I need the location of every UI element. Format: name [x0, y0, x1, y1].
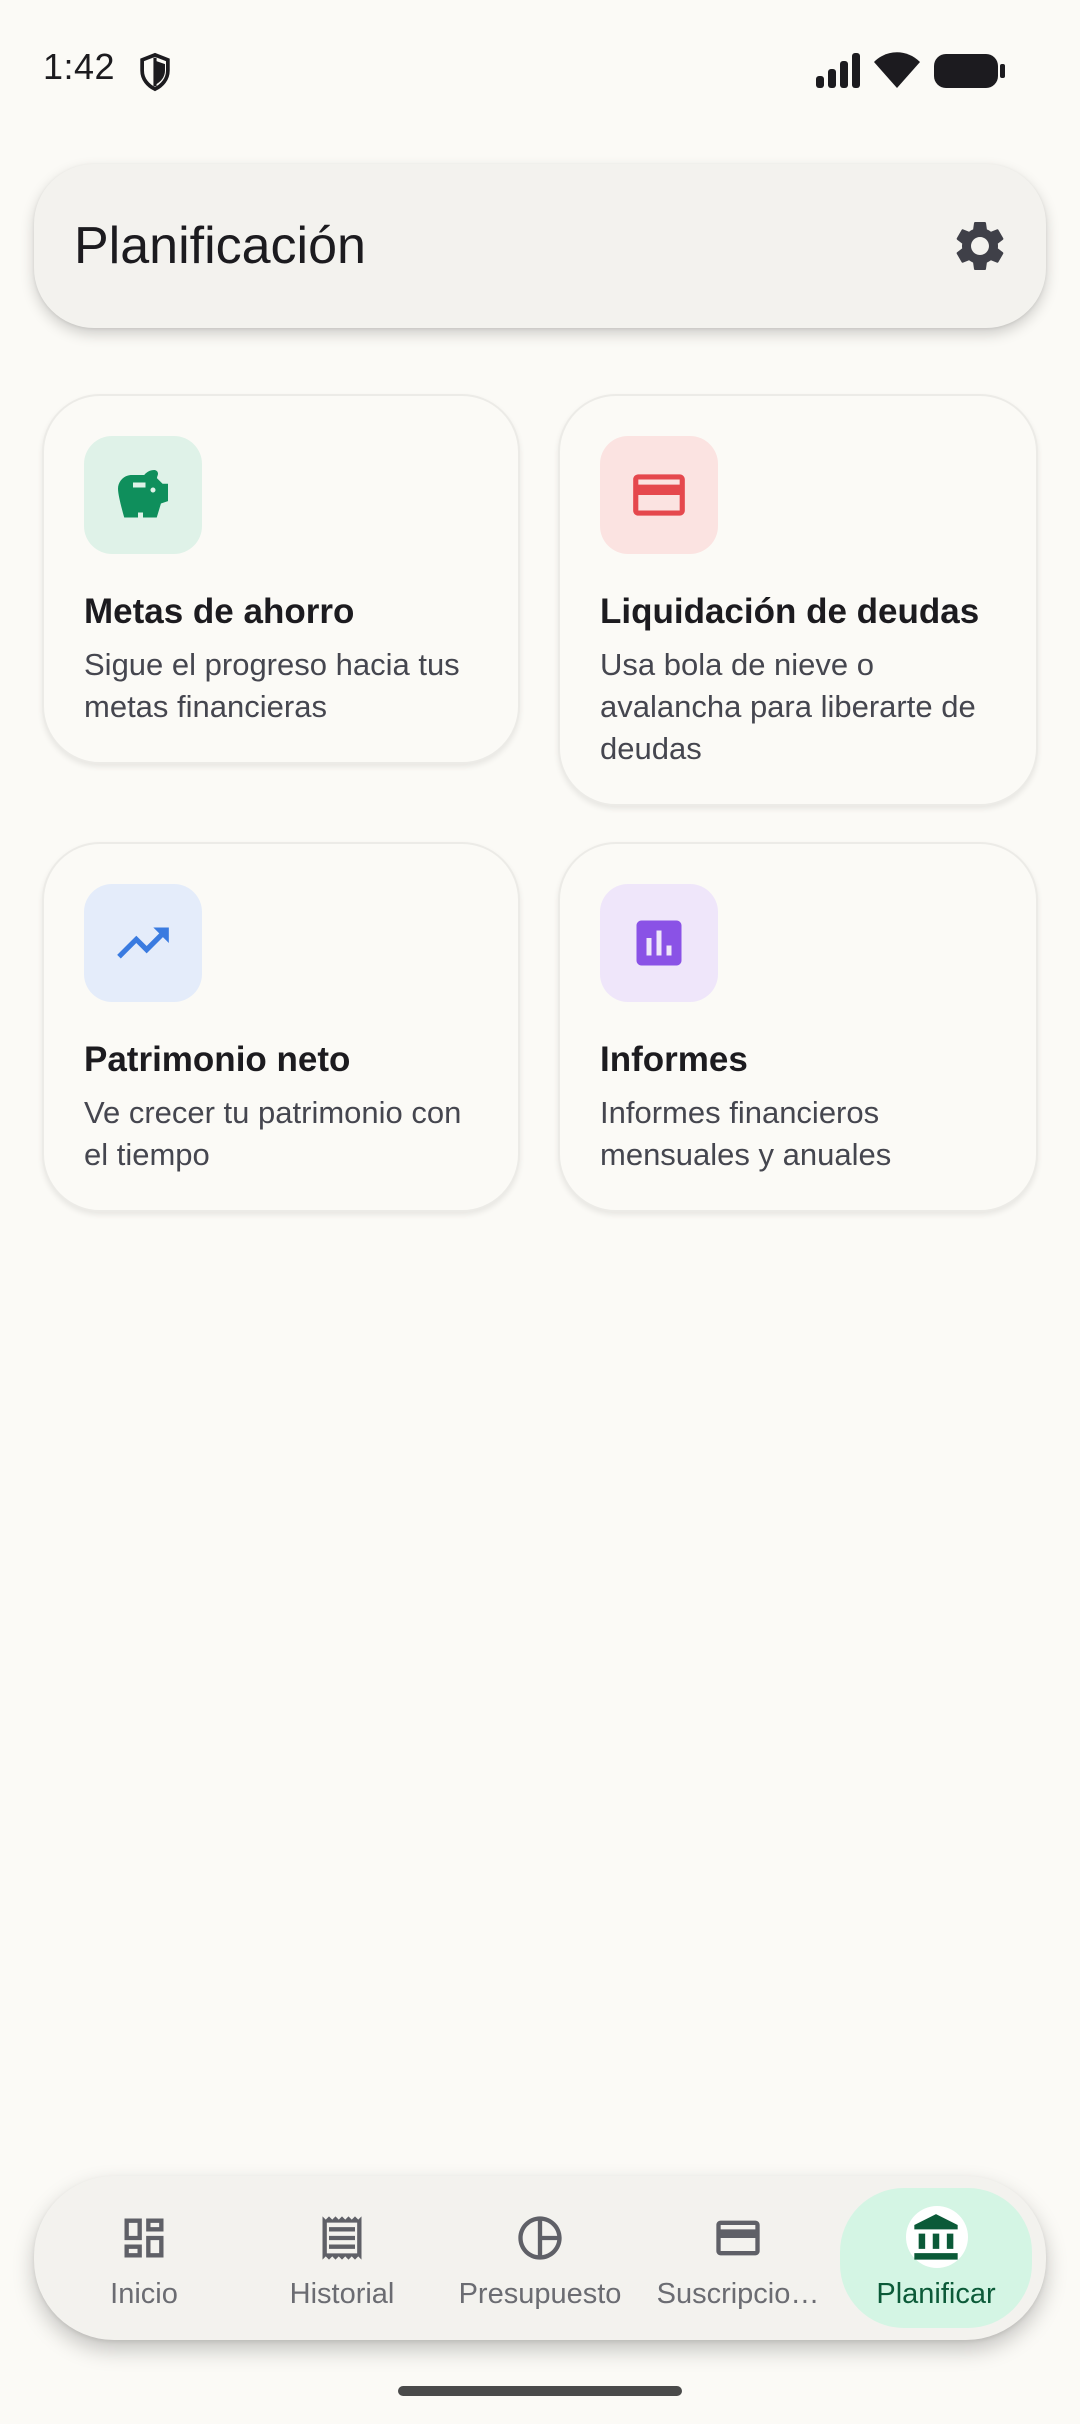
debt-payoff-card[interactable]: Liquidación de deudas Usa bola de nieve …	[558, 394, 1038, 806]
credit-card-icon	[633, 474, 685, 516]
nav-item-presupuesto[interactable]: Presupuesto	[442, 2176, 638, 2340]
home-indicator[interactable]	[398, 2386, 682, 2396]
status-bar: 1:42	[0, 0, 1080, 140]
nav-item-historial[interactable]: Historial	[244, 2176, 440, 2340]
top-app-bar: Planificación	[34, 164, 1046, 328]
card-description: Sigue el progreso hacia tus metas financ…	[84, 647, 460, 724]
page-title: Planificación	[74, 217, 366, 275]
net-worth-card[interactable]: Patrimonio neto Ve crecer tu patrimonio …	[42, 842, 520, 1212]
nav-label: Suscripcio…	[656, 2278, 820, 2310]
signal-icon	[816, 53, 860, 88]
planning-screen: 1:42 Planificación Metas de ahorro Sigue…	[0, 0, 1080, 2424]
nav-label: Planificar	[876, 2278, 996, 2310]
bottom-navigation: Inicio Historial Presupuesto Suscripcio…	[34, 2176, 1046, 2340]
receipt-icon	[322, 2216, 362, 2260]
nav-item-planificar[interactable]: Planificar	[838, 2176, 1034, 2340]
wifi-icon	[874, 52, 920, 88]
battery-icon	[934, 54, 1005, 88]
nav-label: Presupuesto	[458, 2278, 622, 2310]
trending-up-icon	[117, 927, 169, 959]
reports-card[interactable]: Informes Informes financieros mensuales …	[558, 842, 1038, 1212]
card-description: Usa bola de nieve o avalancha para liber…	[600, 647, 976, 766]
card-icon-container	[600, 884, 718, 1002]
bar-chart-icon	[636, 920, 682, 966]
nav-label: Historial	[289, 2278, 395, 2310]
bank-icon	[914, 2214, 958, 2260]
piggy-bank-icon	[118, 470, 168, 518]
credit-card-icon	[716, 2220, 760, 2256]
card-title: Liquidación de deudas	[600, 592, 980, 631]
card-icon-container	[600, 436, 718, 554]
gear-icon[interactable]	[950, 216, 1010, 276]
card-title: Patrimonio neto	[84, 1040, 351, 1079]
card-description: Ve crecer tu patrimonio con el tiempo	[84, 1095, 462, 1172]
pie-chart-icon	[518, 2216, 562, 2260]
dashboard-icon	[124, 2218, 164, 2258]
nav-item-inicio[interactable]: Inicio	[46, 2176, 242, 2340]
nav-item-suscripciones[interactable]: Suscripcio…	[640, 2176, 836, 2340]
card-description: Informes financieros mensuales y anuales	[600, 1095, 892, 1172]
nav-label: Inicio	[110, 2278, 178, 2310]
shield-icon	[140, 52, 170, 92]
card-icon-container	[84, 436, 202, 554]
savings-goals-card[interactable]: Metas de ahorro Sigue el progreso hacia …	[42, 394, 520, 764]
card-title: Metas de ahorro	[84, 592, 355, 631]
status-time: 1:42	[43, 46, 116, 87]
card-title: Informes	[600, 1040, 748, 1079]
card-icon-container	[84, 884, 202, 1002]
